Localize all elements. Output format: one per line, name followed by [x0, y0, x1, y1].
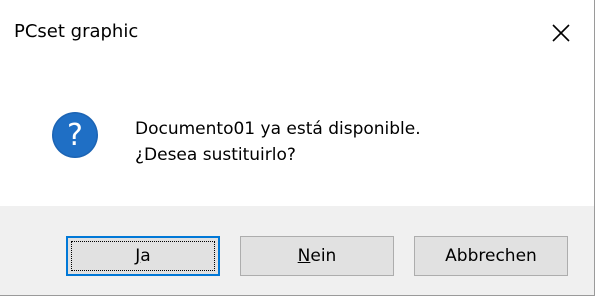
- button-bar: Ja Nein Abbrechen: [0, 206, 594, 295]
- yes-button-label-rest: a: [140, 246, 151, 266]
- title-bar[interactable]: PCset graphic: [0, 0, 594, 66]
- no-button-label-rest: ein: [310, 246, 337, 266]
- no-button[interactable]: Nein: [240, 236, 394, 276]
- yes-button-label: Ja: [135, 246, 150, 266]
- no-button-mnemonic: N: [297, 246, 311, 266]
- yes-button[interactable]: Ja: [66, 236, 220, 276]
- message-line-2: ¿Desea sustituirlo?: [135, 145, 296, 165]
- message-line-1: Documento01 ya está disponible.: [135, 119, 421, 139]
- svg-text:?: ?: [67, 118, 83, 153]
- question-icon: ?: [52, 112, 98, 158]
- cancel-button[interactable]: Abbrechen: [414, 236, 568, 276]
- window-title: PCset graphic: [14, 21, 139, 42]
- no-button-label: Nein: [298, 246, 337, 266]
- close-button[interactable]: [528, 0, 594, 66]
- message-dialog: PCset graphic ? Documento01 ya está disp…: [0, 0, 595, 296]
- cancel-button-label: Abbrechen: [445, 246, 537, 266]
- dialog-content: ? Documento01 ya está disponible. ¿Desea…: [0, 66, 594, 206]
- message-text: Documento01 ya está disponible. ¿Desea s…: [135, 116, 421, 168]
- close-icon: [552, 24, 570, 42]
